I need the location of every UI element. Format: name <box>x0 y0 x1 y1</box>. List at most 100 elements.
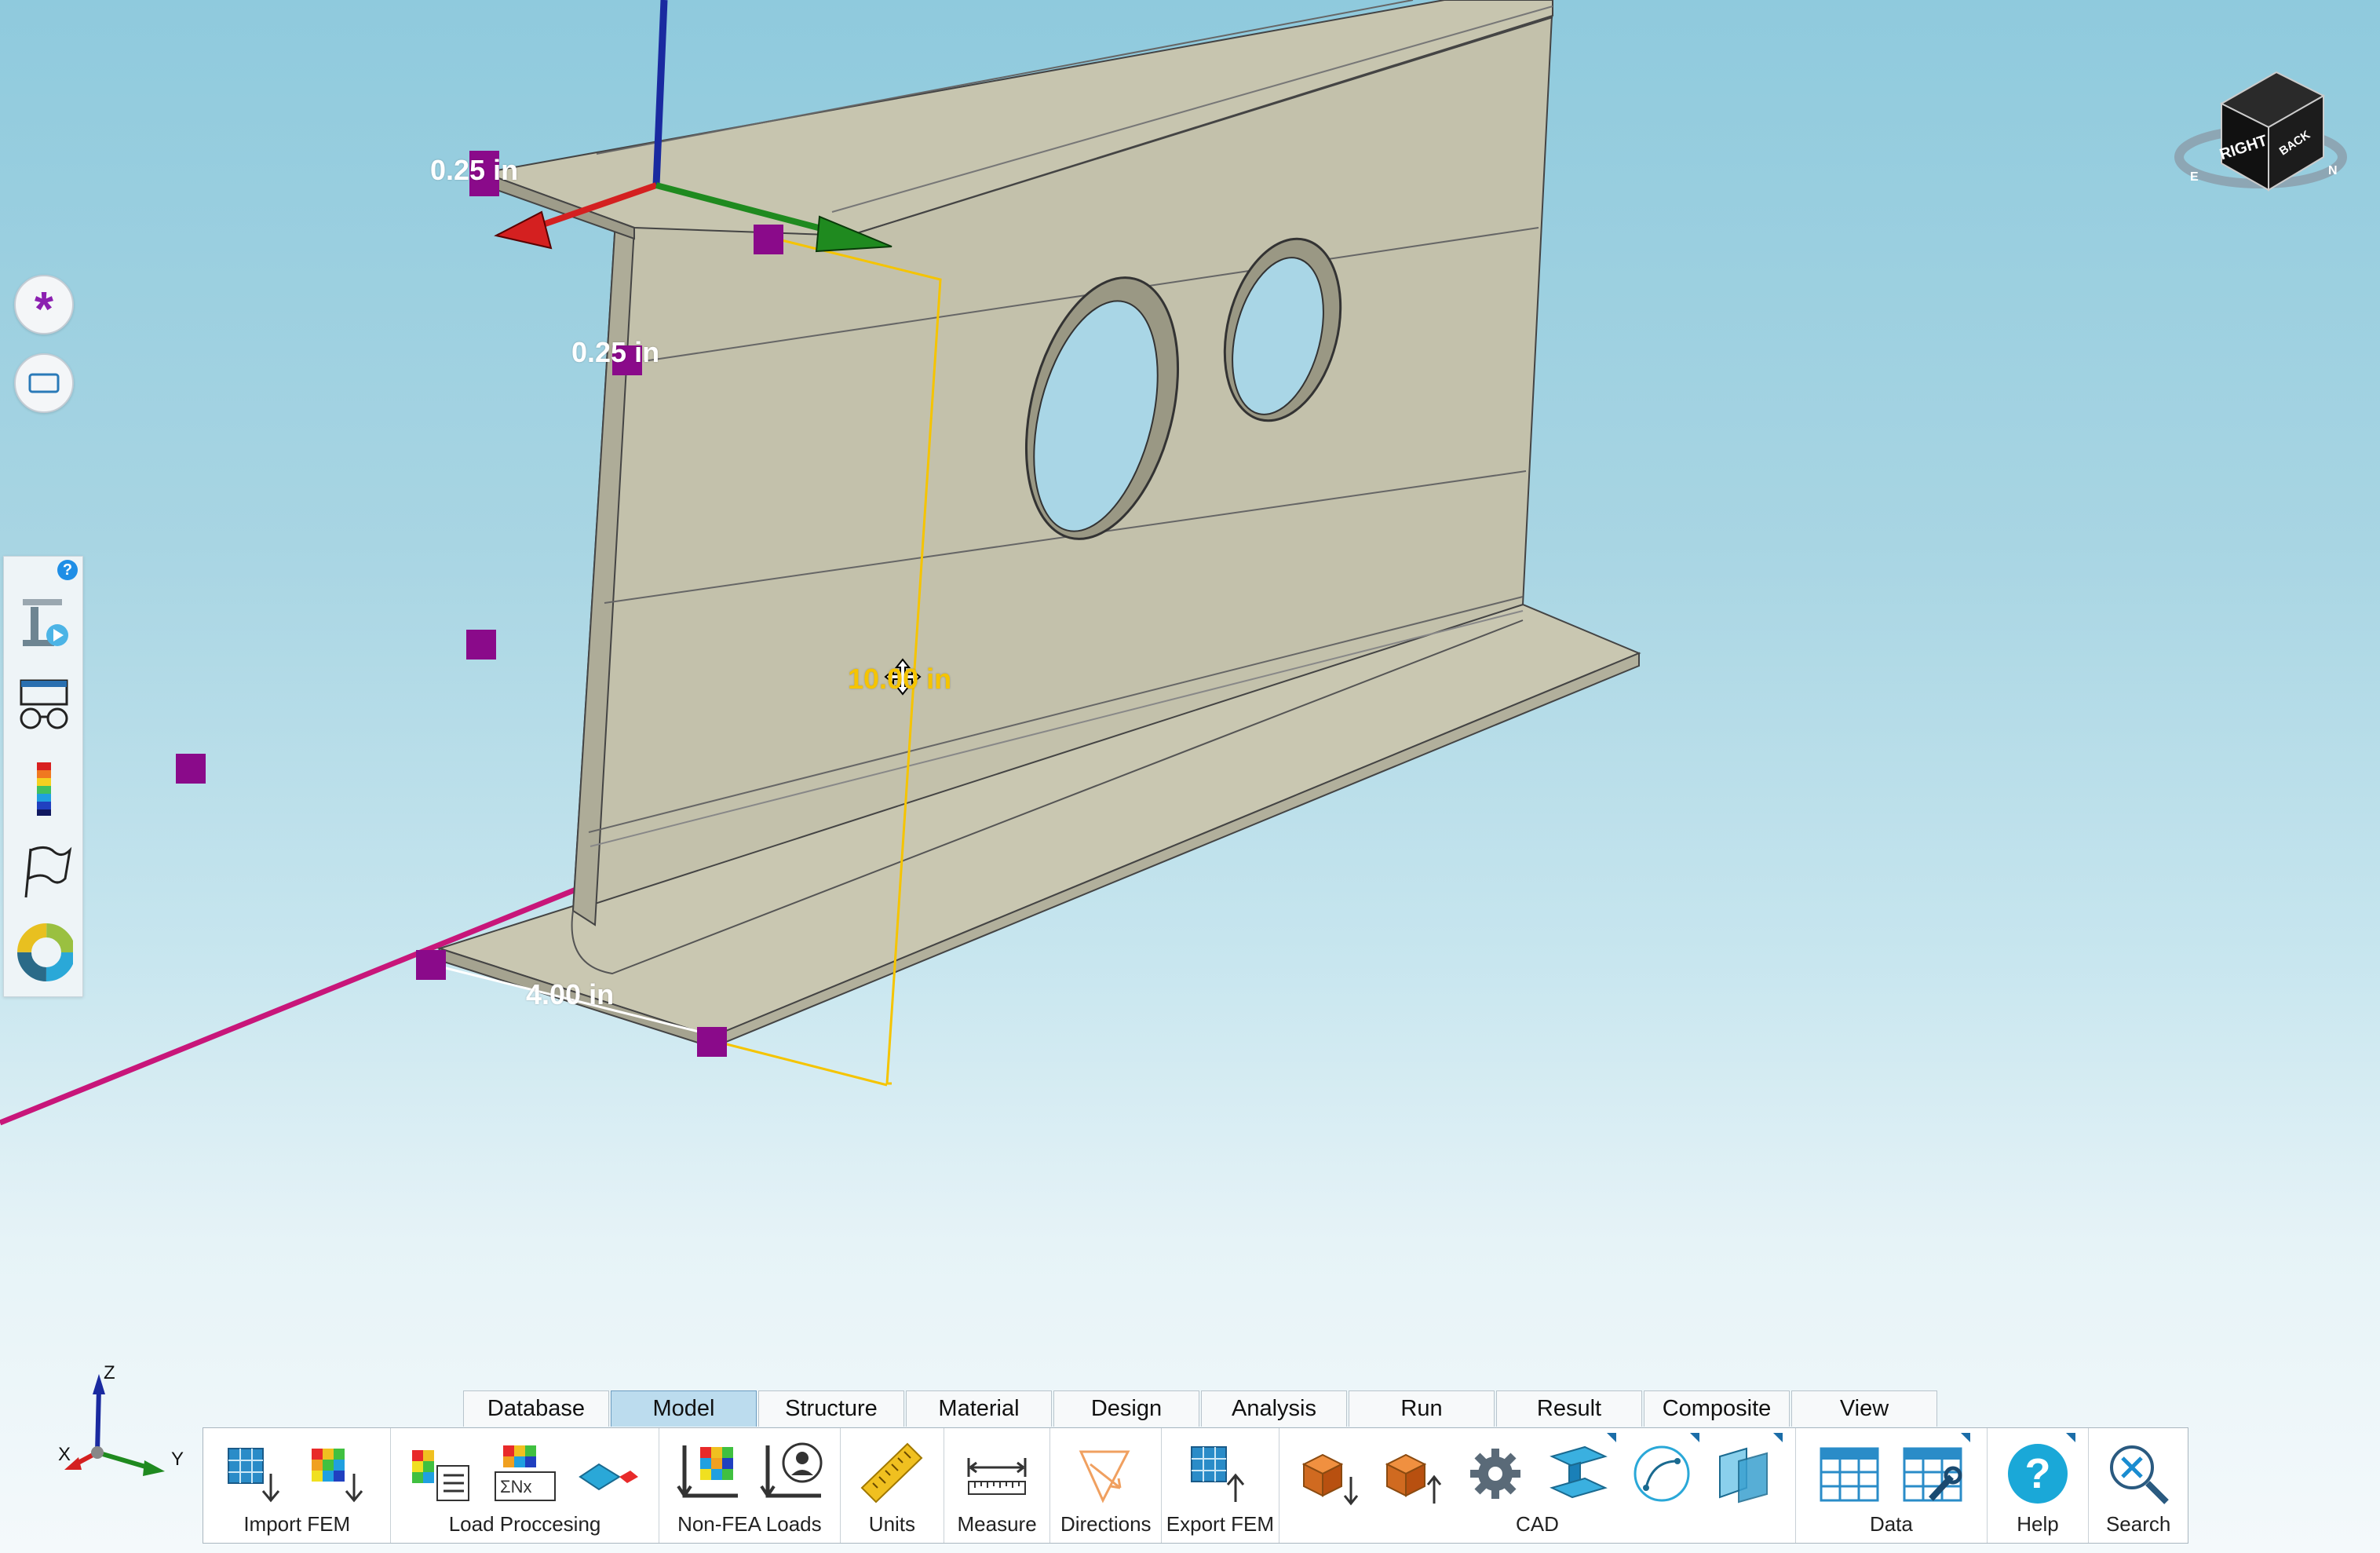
load-transfer-button[interactable] <box>575 1441 641 1507</box>
svg-text:Z: Z <box>104 1362 115 1383</box>
non-fea-loads-button[interactable] <box>675 1441 741 1507</box>
group-label: Data <box>1869 1512 1913 1536</box>
group-export-fem: Export FEM <box>1162 1428 1279 1543</box>
gear-icon <box>1470 1449 1521 1499</box>
group-non-fea-loads: Non-FEA Loads <box>659 1428 841 1543</box>
view-cube[interactable]: RIGHT BACK E N <box>2174 64 2347 198</box>
axis-triad: Z Y X <box>58 1362 184 1476</box>
measure-button[interactable] <box>964 1441 1030 1507</box>
group-label: Export FEM <box>1166 1512 1275 1536</box>
dimension-label-web-thickness[interactable]: 0.25 in <box>571 336 659 369</box>
search-icon <box>2110 1445 2169 1504</box>
tab-design[interactable]: Design <box>1053 1390 1199 1427</box>
color-legend-button[interactable] <box>15 758 73 820</box>
selection-mode-button[interactable] <box>14 353 74 413</box>
tab-run[interactable]: Run <box>1349 1390 1495 1427</box>
group-cad: CAD <box>1279 1428 1797 1543</box>
snap-button[interactable]: * <box>14 275 74 334</box>
svg-text:ΣNx: ΣNx <box>500 1477 532 1496</box>
grip-handle[interactable] <box>176 754 206 784</box>
load-sum-button[interactable]: ΣNx <box>492 1441 558 1507</box>
load-transfer-icon <box>578 1463 638 1491</box>
flag-button[interactable] <box>15 841 73 904</box>
group-data: Data <box>1796 1428 1988 1543</box>
units-button[interactable] <box>859 1441 925 1507</box>
cad-curve-button[interactable] <box>1629 1433 1700 1507</box>
user-load-icon <box>760 1442 823 1498</box>
export-mesh-icon <box>1191 1446 1245 1502</box>
search-button[interactable] <box>2105 1441 2171 1507</box>
user-loads-button[interactable] <box>758 1441 824 1507</box>
tab-structure[interactable]: Structure <box>758 1390 904 1427</box>
asterisk-icon: * <box>34 283 54 337</box>
tab-database[interactable]: Database <box>463 1390 609 1427</box>
group-label: Help <box>2017 1512 2059 1536</box>
data-table-button[interactable] <box>1816 1441 1882 1507</box>
help-button[interactable]: ? <box>2005 1433 2075 1507</box>
tab-model[interactable]: Model <box>611 1390 757 1427</box>
tab-material[interactable]: Material <box>906 1390 1052 1427</box>
cad-export-icon <box>1385 1453 1442 1504</box>
color-scale-icon <box>37 762 51 816</box>
svg-text:Y: Y <box>171 1449 184 1470</box>
group-load-processing: ΣNx Load Proccesing <box>391 1428 659 1543</box>
grip-handle[interactable] <box>466 630 496 660</box>
group-measure: Measure <box>944 1428 1051 1543</box>
measure-icon <box>967 1458 1027 1495</box>
i-beam-icon <box>1550 1445 1608 1499</box>
dimension-label-flange-width[interactable]: 4.00 in <box>526 978 614 1011</box>
dimension-label-web-height[interactable]: 10.00 in <box>848 663 951 696</box>
left-tool-panel: ? <box>3 556 83 997</box>
selected-edge-line <box>0 886 579 1126</box>
summation-icon: ΣNx <box>494 1445 556 1501</box>
directions-button[interactable] <box>1073 1441 1139 1507</box>
table-icon <box>1820 1447 1879 1502</box>
cad-settings-button[interactable] <box>1462 1441 1528 1507</box>
cad-export-button[interactable] <box>1379 1441 1445 1507</box>
grip-handle[interactable] <box>697 1027 727 1057</box>
question-icon: ? <box>2007 1444 2068 1504</box>
surface-icon <box>1719 1447 1769 1504</box>
import-fem-button[interactable] <box>222 1441 288 1507</box>
grip-handle[interactable] <box>416 950 446 980</box>
flag-icon <box>24 846 72 898</box>
import-results-button[interactable] <box>305 1441 371 1507</box>
group-directions: Directions <box>1050 1428 1163 1543</box>
svg-text:N: N <box>2328 164 2338 177</box>
group-label: Search <box>2105 1512 2171 1536</box>
curve-icon <box>1634 1445 1690 1502</box>
group-label: Units <box>868 1512 916 1536</box>
ribbon-toolbar: Import FEM ΣNx Load Proccesing Non-FEA L… <box>203 1427 2188 1544</box>
export-fem-button[interactable] <box>1187 1441 1253 1507</box>
group-search: Search <box>2089 1428 2188 1543</box>
model-canvas <box>0 0 1641 1126</box>
3d-viewport[interactable]: 0.25 in 0.25 in 10.00 in 4.00 in RIGHT B… <box>0 0 2380 1553</box>
cad-surface-button[interactable] <box>1712 1433 1783 1507</box>
cad-import-icon <box>1302 1453 1359 1506</box>
tab-view[interactable]: View <box>1791 1390 1937 1427</box>
tab-composite[interactable]: Composite <box>1644 1390 1790 1427</box>
directions-icon <box>1079 1450 1130 1504</box>
help-badge[interactable]: ? <box>57 560 78 580</box>
import-contour-icon <box>312 1449 363 1503</box>
load-list-button[interactable] <box>409 1441 475 1507</box>
group-units: Units <box>841 1428 944 1543</box>
cad-beam-button[interactable] <box>1546 1433 1617 1507</box>
svg-text:X: X <box>58 1444 71 1465</box>
non-fea-load-icon <box>677 1445 738 1498</box>
grip-handle[interactable] <box>754 225 783 254</box>
data-edit-button[interactable] <box>1900 1433 1971 1507</box>
view-options-button[interactable] <box>15 674 73 737</box>
dimension-label-top-flange[interactable]: 0.25 in <box>430 154 518 187</box>
svg-text:E: E <box>2190 170 2199 184</box>
cad-import-button[interactable] <box>1296 1441 1362 1507</box>
tab-result[interactable]: Result <box>1496 1390 1642 1427</box>
section-player-button[interactable] <box>15 591 73 654</box>
ply-display-button[interactable] <box>15 921 73 984</box>
rectangle-select-icon <box>28 373 60 393</box>
tab-analysis[interactable]: Analysis <box>1201 1390 1347 1427</box>
load-list-icon <box>411 1450 469 1501</box>
ruler-icon <box>860 1442 923 1504</box>
donut-chart-icon <box>17 923 73 981</box>
group-label: Measure <box>957 1512 1037 1536</box>
